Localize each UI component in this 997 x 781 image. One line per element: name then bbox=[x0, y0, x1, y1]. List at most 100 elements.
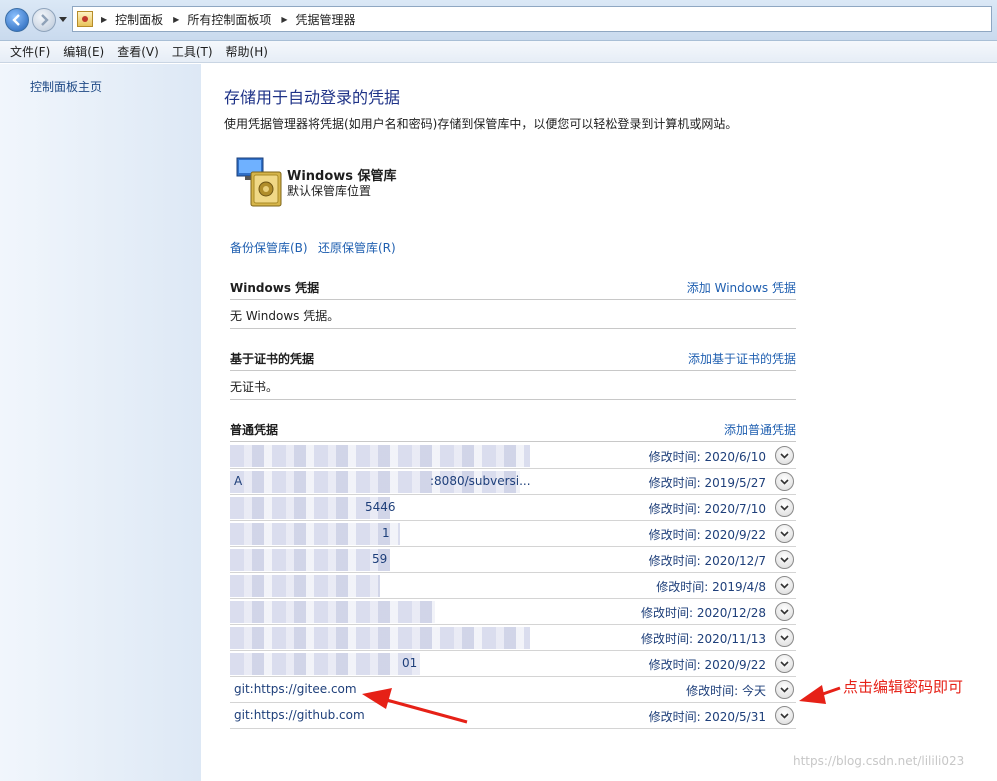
modified-date-group: 修改时间: 2019/4/8 bbox=[656, 578, 766, 595]
modified-date: 2020/11/13 bbox=[696, 632, 766, 646]
backup-vault-link[interactable]: 备份保管库(B) bbox=[230, 239, 308, 256]
modified-date: 2020/5/31 bbox=[704, 710, 766, 724]
credential-row[interactable]: git:https://github.com 修改时间: 2020/5/31 bbox=[230, 703, 796, 729]
modified-date-group: 修改时间: 2020/7/10 bbox=[649, 500, 766, 517]
modified-date-group: 修改时间: 2020/5/31 bbox=[649, 708, 766, 725]
chevron-down-icon bbox=[780, 557, 789, 563]
expand-credential-button[interactable] bbox=[775, 498, 794, 517]
credential-row[interactable]: 修改时间: 2020/11/13 bbox=[230, 625, 796, 651]
expand-credential-button[interactable] bbox=[775, 576, 794, 595]
modified-date: 2020/12/7 bbox=[704, 554, 766, 568]
address-bar: ▶ 控制面板 ▶ 所有控制面板项 ▶ 凭据管理器 bbox=[0, 0, 997, 41]
generic-credentials-header: 普通凭据 添加普通凭据 bbox=[230, 418, 796, 442]
recent-pages-dropdown[interactable] bbox=[59, 17, 67, 22]
add-generic-credential-link[interactable]: 添加普通凭据 bbox=[724, 421, 796, 438]
breadcrumb-item[interactable]: 凭据管理器 bbox=[296, 11, 356, 28]
expand-credential-button[interactable] bbox=[775, 628, 794, 647]
breadcrumb[interactable]: ▶ 控制面板 ▶ 所有控制面板项 ▶ 凭据管理器 bbox=[72, 6, 992, 32]
menu-edit[interactable]: 编辑(E) bbox=[57, 43, 110, 60]
credential-name-fragment: 1 bbox=[382, 526, 390, 540]
credential-row[interactable]: 修改时间: 2019/4/8 bbox=[230, 573, 796, 599]
blurred-credential-name bbox=[230, 523, 400, 545]
chevron-down-icon bbox=[780, 661, 789, 667]
expand-credential-button[interactable] bbox=[775, 654, 794, 673]
blurred-credential-name bbox=[230, 549, 390, 571]
chevron-right-icon[interactable]: ▶ bbox=[101, 15, 107, 24]
modified-date-group: 修改时间: 2020/6/10 bbox=[649, 448, 766, 465]
menu-help[interactable]: 帮助(H) bbox=[220, 43, 274, 60]
blurred-credential-name bbox=[230, 445, 530, 467]
modified-date: 2020/9/22 bbox=[704, 658, 766, 672]
modified-date: 今天 bbox=[741, 684, 766, 698]
modified-label: 修改时间: bbox=[648, 450, 701, 464]
credential-row[interactable]: 5446 修改时间: 2020/7/10 bbox=[230, 495, 796, 521]
credential-name: git:https://gitee.com bbox=[234, 682, 357, 696]
expand-credential-button[interactable] bbox=[775, 524, 794, 543]
credential-row[interactable]: 修改时间: 2020/6/10 bbox=[230, 443, 796, 469]
restore-vault-link[interactable]: 还原保管库(R) bbox=[318, 239, 396, 256]
menu-view[interactable]: 查看(V) bbox=[111, 43, 165, 60]
add-windows-credential-link[interactable]: 添加 Windows 凭据 bbox=[687, 279, 796, 296]
expand-credential-button[interactable] bbox=[775, 446, 794, 465]
back-button[interactable] bbox=[5, 8, 29, 32]
modified-label: 修改时间: bbox=[640, 606, 693, 620]
expand-credential-button[interactable] bbox=[775, 550, 794, 569]
chevron-down-icon bbox=[780, 453, 789, 459]
modified-date-group: 修改时间: 2020/9/22 bbox=[649, 526, 766, 543]
empty-text: 无 Windows 凭据。 bbox=[230, 309, 340, 323]
annotation-text: 点击编辑密码即可 bbox=[843, 678, 964, 696]
credential-row[interactable]: 修改时间: 2020/12/28 bbox=[230, 599, 796, 625]
modified-date: 2019/5/27 bbox=[704, 476, 766, 490]
modified-date-group: 修改时间: 2020/11/13 bbox=[641, 630, 766, 647]
modified-date: 2019/4/8 bbox=[712, 580, 766, 594]
breadcrumb-item[interactable]: 所有控制面板项 bbox=[187, 11, 271, 28]
expand-credential-button[interactable] bbox=[775, 680, 794, 699]
credential-row[interactable]: 59 修改时间: 2020/12/7 bbox=[230, 547, 796, 573]
modified-date: 2020/6/10 bbox=[704, 450, 766, 464]
modified-date-group: 修改时间: 2020/9/22 bbox=[649, 656, 766, 673]
credential-row[interactable]: git:https://gitee.com 修改时间: 今天 bbox=[230, 677, 796, 703]
menu-file[interactable]: 文件(F) bbox=[4, 43, 56, 60]
modified-label: 修改时间: bbox=[648, 554, 701, 568]
control-panel-icon bbox=[77, 11, 93, 27]
chevron-down-icon bbox=[780, 531, 789, 537]
section-title: 普通凭据 bbox=[230, 423, 279, 437]
arrow-left-icon bbox=[12, 14, 20, 26]
chevron-right-icon[interactable]: ▶ bbox=[173, 15, 179, 24]
chevron-down-icon bbox=[780, 505, 789, 511]
modified-date-group: 修改时间: 2020/12/7 bbox=[649, 552, 766, 569]
expand-credential-button[interactable] bbox=[775, 472, 794, 491]
expand-credential-button[interactable] bbox=[775, 706, 794, 725]
chevron-down-icon bbox=[780, 609, 789, 615]
modified-label: 修改时间: bbox=[648, 528, 701, 542]
credential-name-fragment: 5446 bbox=[365, 500, 396, 514]
credential-name-fragment: 59 bbox=[372, 552, 388, 566]
credential-name: A bbox=[234, 474, 243, 488]
blurred-credential-name bbox=[230, 601, 435, 623]
chevron-down-icon bbox=[780, 583, 789, 589]
modified-label: 修改时间: bbox=[648, 476, 701, 490]
arrow-right-icon bbox=[41, 14, 49, 26]
blurred-credential-name bbox=[230, 653, 420, 675]
credential-name-fragment: 01 bbox=[402, 656, 418, 670]
add-certificate-credential-link[interactable]: 添加基于证书的凭据 bbox=[688, 350, 796, 367]
control-panel-home-link[interactable]: 控制面板主页 bbox=[30, 78, 102, 95]
empty-text: 无证书。 bbox=[230, 380, 279, 394]
menu-tools[interactable]: 工具(T) bbox=[166, 43, 219, 60]
forward-button[interactable] bbox=[32, 8, 56, 32]
section-title: 基于证书的凭据 bbox=[230, 352, 315, 366]
chevron-right-icon[interactable]: ▶ bbox=[281, 15, 287, 24]
modified-date: 2020/12/28 bbox=[696, 606, 766, 620]
credential-row[interactable]: 01 修改时间: 2020/9/22 bbox=[230, 651, 796, 677]
credential-row[interactable]: 1 修改时间: 2020/9/22 bbox=[230, 521, 796, 547]
page-description: 使用凭据管理器将凭据(如用户名和密码)存储到保管库中，以便您可以轻松登录到计算机… bbox=[224, 117, 738, 131]
certificate-credentials-body: 无证书。 bbox=[230, 372, 796, 400]
credential-row[interactable]: A:8080/subversi... 修改时间: 2019/5/27 bbox=[230, 469, 796, 495]
breadcrumb-item[interactable]: 控制面板 bbox=[115, 11, 163, 28]
modified-label: 修改时间: bbox=[640, 632, 693, 646]
chevron-down-icon bbox=[780, 687, 789, 693]
modified-label: 修改时间: bbox=[648, 502, 701, 516]
vault-subtitle: 默认保管库位置 bbox=[287, 184, 372, 198]
expand-credential-button[interactable] bbox=[775, 602, 794, 621]
modified-date: 2020/7/10 bbox=[704, 502, 766, 516]
